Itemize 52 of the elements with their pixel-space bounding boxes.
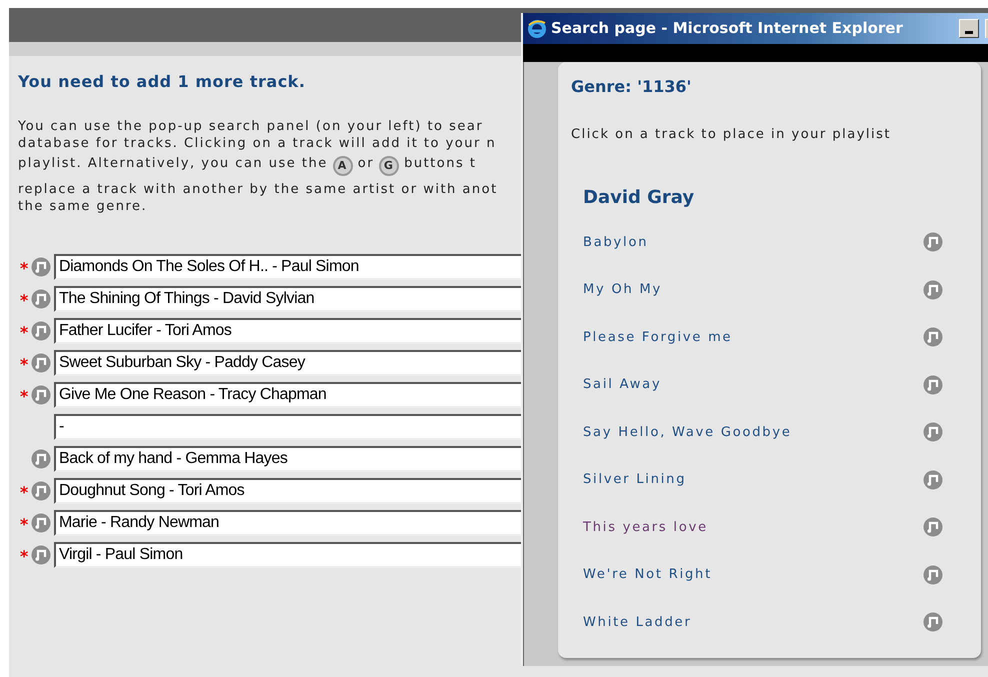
music-note-button[interactable] — [923, 374, 943, 395]
track-link[interactable]: White Ladder — [583, 612, 692, 632]
music-note-button[interactable] — [31, 481, 51, 501]
instruction-text: database for tracks. Clicking on a track will add it to your n — [18, 135, 496, 152]
music-note-button[interactable] — [31, 385, 51, 405]
required-asterisk: * — [18, 261, 30, 273]
required-asterisk: * — [18, 325, 30, 337]
required-asterisk: * — [18, 485, 30, 497]
track-link[interactable]: Babylon — [583, 232, 648, 252]
music-note-button[interactable] — [923, 564, 943, 585]
track-link[interactable]: We're Not Right — [583, 565, 712, 584]
music-note-button[interactable] — [923, 327, 943, 348]
instruction-text: the same genre. — [18, 198, 148, 215]
music-note-button[interactable] — [923, 612, 943, 632]
instruction-text: replace a track with another by the same artist or with anot — [18, 181, 498, 198]
music-note-button[interactable] — [923, 517, 943, 538]
music-note-button[interactable] — [923, 280, 943, 300]
music-note-button[interactable] — [31, 353, 51, 373]
genre-button[interactable]: G — [379, 156, 400, 176]
track-link[interactable]: Sail Away — [583, 375, 662, 394]
music-note-button[interactable] — [31, 449, 51, 469]
minimize-icon — [965, 31, 973, 34]
instruction-text: Click on a track to place in your playlist — [571, 126, 892, 144]
music-note-button[interactable] — [923, 232, 943, 252]
music-note-button[interactable] — [923, 470, 943, 490]
required-asterisk: * — [18, 549, 30, 561]
track-link[interactable]: This years love — [583, 518, 708, 537]
music-note-button[interactable] — [31, 289, 51, 309]
instruction-text: buttons t — [404, 155, 476, 172]
required-asterisk: * — [18, 389, 30, 401]
instruction-text: or — [358, 155, 374, 172]
artist-name: David Gray — [583, 186, 694, 210]
track-link[interactable]: My Oh My — [583, 280, 662, 300]
required-asterisk: * — [18, 517, 30, 529]
track-link[interactable]: Say Hello, Wave Goodbye — [583, 422, 792, 442]
heading: You need to add 1 more track. — [18, 72, 306, 92]
browser-icon — [527, 18, 547, 38]
instruction-text: playlist. Alternatively, you can use the — [18, 155, 328, 172]
music-note-button[interactable] — [31, 257, 51, 277]
music-note-button[interactable] — [31, 513, 51, 533]
music-note-button[interactable] — [31, 545, 51, 565]
artist-button[interactable]: A — [332, 156, 353, 176]
genre-title: Genre: '1136' — [571, 76, 692, 98]
track-link[interactable]: Silver Lining — [583, 470, 686, 490]
music-note-button[interactable] — [923, 422, 943, 442]
minimize-button[interactable] — [959, 19, 979, 38]
music-note-button[interactable] — [31, 321, 51, 341]
required-asterisk: * — [18, 293, 30, 305]
window-title: Search page - Microsoft Internet Explorer — [551, 18, 903, 40]
track-link[interactable]: Please Forgive me — [583, 328, 732, 347]
required-asterisk: * — [18, 357, 30, 369]
instruction-text: You can use the pop-up search panel (on your left) to sear — [18, 118, 484, 135]
